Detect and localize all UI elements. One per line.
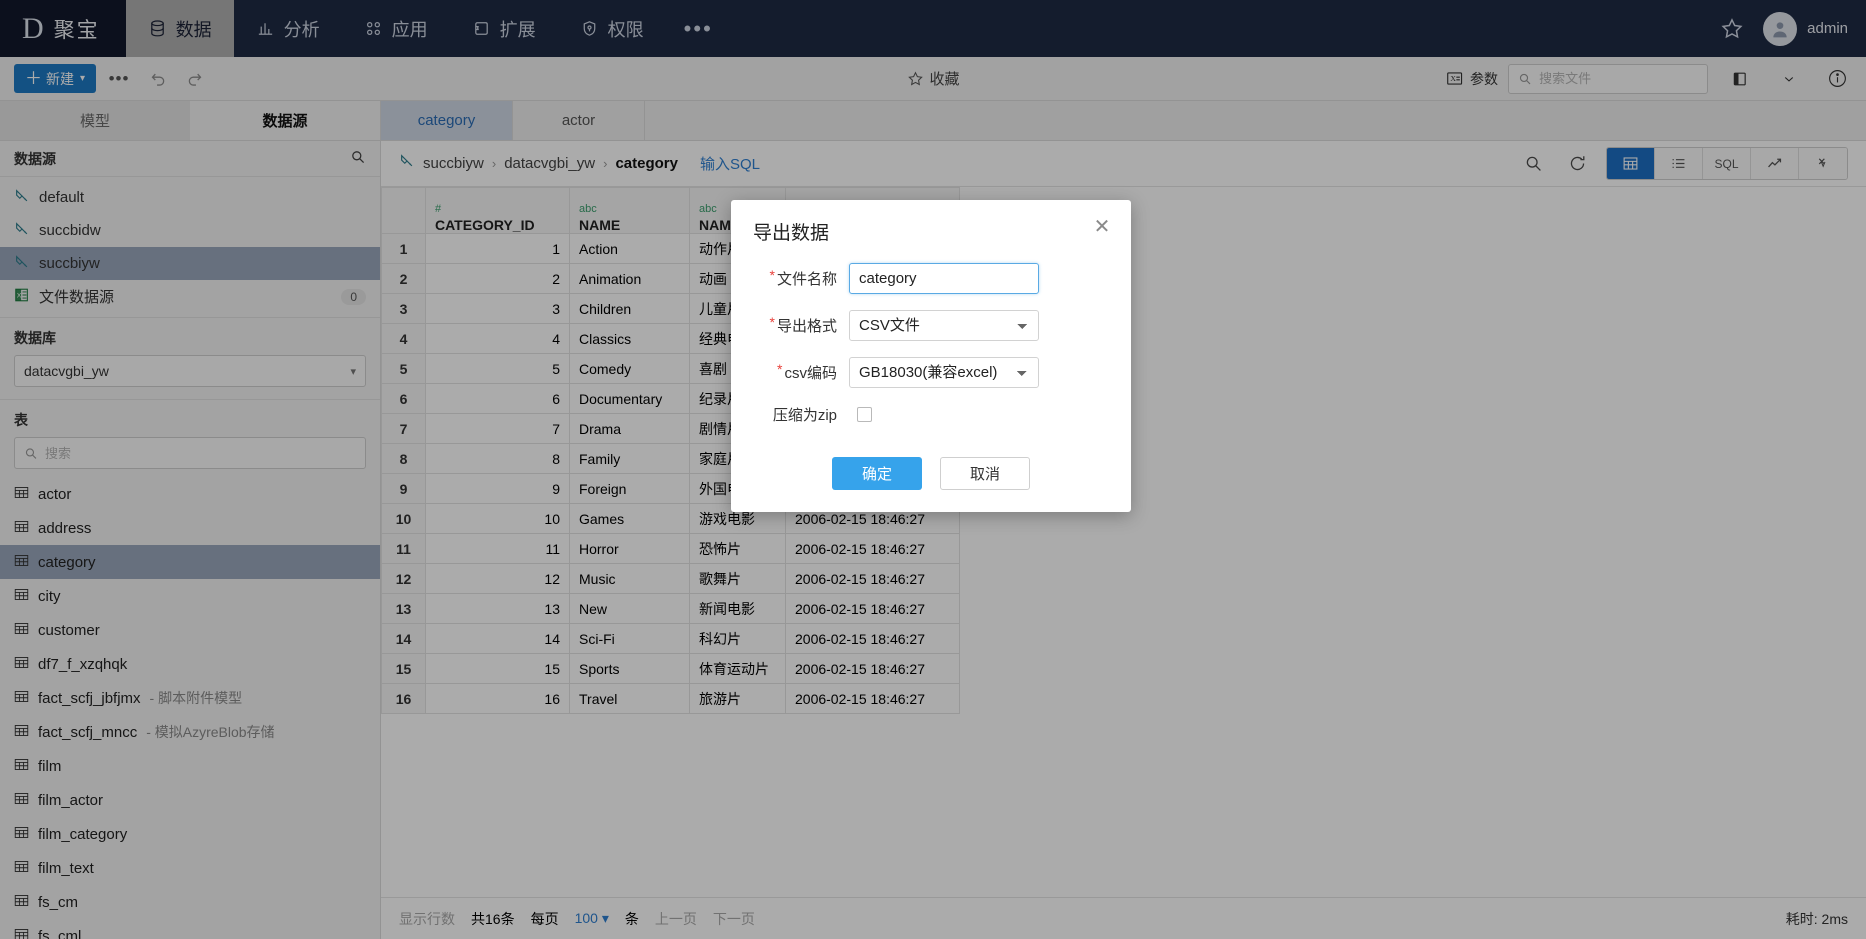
format-select[interactable]: CSV文件: [849, 310, 1039, 341]
encoding-select[interactable]: GB18030(兼容excel): [849, 357, 1039, 388]
app-root: D 聚宝 数据 分析 应用 扩展 权限 ••• admin ＋ 新建 ▾ •••…: [0, 0, 1866, 939]
required-mark: *: [777, 361, 783, 377]
zip-label: 压缩为zip: [772, 407, 837, 424]
filename-label: * 文件名称: [753, 268, 849, 289]
zip-checkbox[interactable]: [857, 407, 872, 422]
field-row-filename: * 文件名称: [753, 263, 1107, 294]
filename-input[interactable]: [849, 263, 1039, 294]
dialog-footer: 确定 取消: [731, 447, 1131, 512]
filename-label-text: 文件名称: [776, 271, 837, 288]
dialog-body: *文件名称 *导出格式 CSV文件 *csv编码 GB18030(兼容excel…: [731, 245, 1131, 447]
dialog-title: 导出数据: [753, 223, 830, 244]
field-row-format: * 导出格式 CSV文件: [753, 310, 1107, 341]
close-icon[interactable]: ✕: [1089, 214, 1115, 240]
dialog-header: 导出数据 ✕: [731, 200, 1131, 245]
encoding-label: * csv编码: [753, 362, 849, 383]
export-data-dialog: 导出数据 ✕ *文件名称 *导出格式 CSV文件 *csv编码: [731, 200, 1131, 512]
required-mark: *: [769, 314, 775, 330]
cancel-button[interactable]: 取消: [940, 457, 1030, 490]
required-mark: *: [769, 267, 775, 283]
format-label: * 导出格式: [753, 315, 849, 336]
encoding-label-text: csv编码: [784, 365, 837, 382]
format-label-text: 导出格式: [776, 318, 837, 335]
field-row-zip: 压缩为zip: [753, 404, 1107, 425]
confirm-button[interactable]: 确定: [832, 457, 922, 490]
field-row-encoding: * csv编码 GB18030(兼容excel): [753, 357, 1107, 388]
